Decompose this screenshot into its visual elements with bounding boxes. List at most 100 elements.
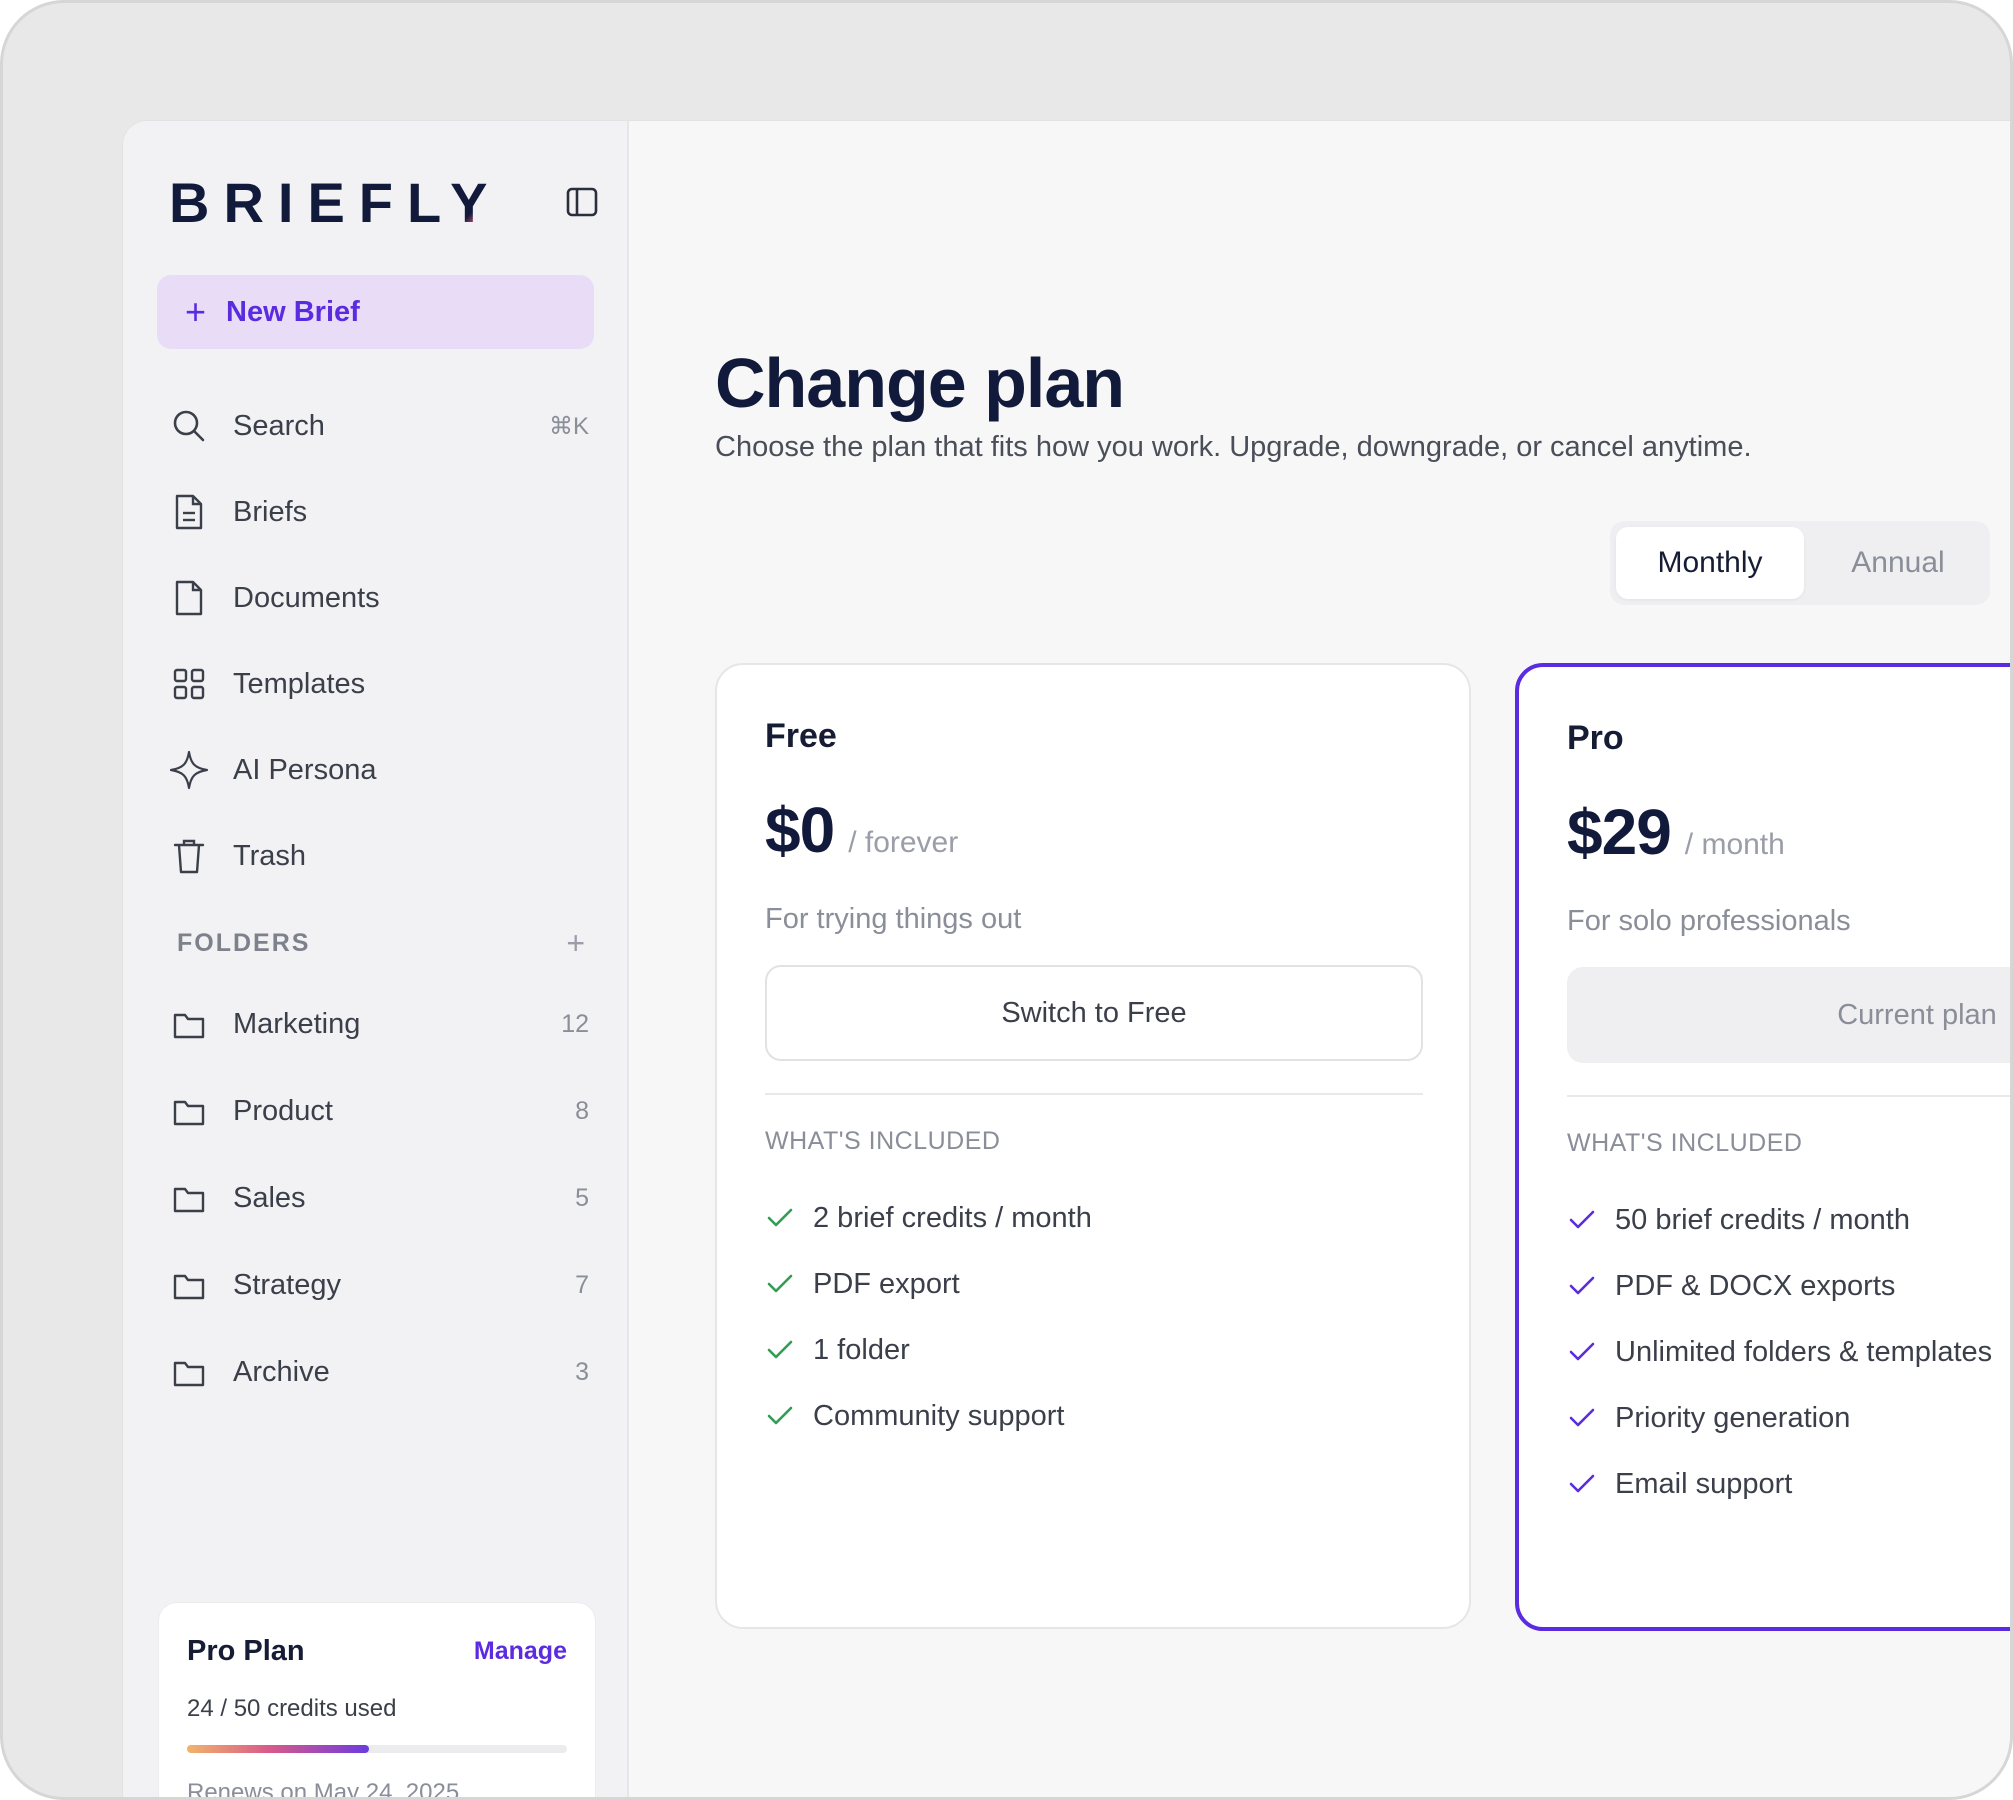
- billing-monthly-option[interactable]: Monthly: [1616, 527, 1804, 599]
- manage-plan-link[interactable]: Manage: [474, 1637, 567, 1666]
- feature-item: Community support: [765, 1383, 1485, 1449]
- check-icon: [1569, 1210, 1595, 1229]
- renewal-date: Renews on May 24, 2025: [187, 1779, 460, 1800]
- folder-item-strategy[interactable]: Strategy 7: [169, 1242, 589, 1329]
- folder-icon: [169, 1005, 209, 1045]
- feature-item: 50 brief credits / month: [1567, 1187, 2010, 1253]
- included-heading: WHAT'S INCLUDED: [1567, 1129, 1803, 1157]
- new-brief-label: New Brief: [226, 295, 360, 328]
- plan-description: For trying things out: [765, 903, 1022, 935]
- feature-list: 2 brief credits / month PDF export 1 fol…: [765, 1185, 1485, 1449]
- sidebar-item-trash[interactable]: Trash: [169, 813, 589, 899]
- feature-label: 1 folder: [813, 1333, 910, 1366]
- app-window: BRIEFLY + New Brief Search ⌘K Briefs Doc…: [123, 121, 2010, 1800]
- switch-to-free-button[interactable]: Switch to Free: [765, 965, 1423, 1061]
- new-brief-button[interactable]: + New Brief: [157, 275, 594, 349]
- folder-label: Strategy: [233, 1269, 341, 1301]
- brand-row: BRIEFLY: [169, 173, 599, 233]
- included-heading: WHAT'S INCLUDED: [765, 1127, 1001, 1155]
- check-icon: [1569, 1276, 1595, 1295]
- plan-card-title: Pro Plan: [187, 1635, 305, 1667]
- plan-price: $29 / month: [1567, 795, 1785, 869]
- plan-name: Free: [765, 717, 837, 755]
- folders-heading: FOLDERS +: [177, 925, 587, 961]
- divider: [1567, 1095, 2010, 1097]
- feature-label: 50 brief credits / month: [1615, 1203, 1910, 1236]
- sidebar-item-ai-persona[interactable]: AI Persona: [169, 727, 589, 813]
- page-subtitle: Choose the plan that fits how you work. …: [715, 431, 1752, 463]
- price-amount: $29: [1567, 796, 1672, 868]
- plan-card-pro: Pro $29 / month For solo professionals C…: [1515, 663, 2010, 1631]
- credits-usage: 24 / 50 credits used: [187, 1695, 397, 1722]
- folder-item-marketing[interactable]: Marketing 12: [169, 981, 589, 1068]
- sidebar-item-documents[interactable]: Documents: [169, 555, 589, 641]
- brand-logo: BRIEFLY: [169, 171, 502, 234]
- price-period: / month: [1684, 828, 1785, 861]
- feature-item: Priority generation: [1567, 1385, 2010, 1451]
- feature-label: Community support: [813, 1399, 1065, 1432]
- folder-item-sales[interactable]: Sales 5: [169, 1155, 589, 1242]
- search-icon: [169, 406, 209, 446]
- add-folder-icon[interactable]: +: [566, 925, 587, 962]
- folder-label: Product: [233, 1095, 333, 1127]
- billing-annual-option[interactable]: Annual: [1808, 527, 1988, 599]
- folder-count: 12: [561, 1010, 589, 1038]
- sidebar-item-label: Documents: [233, 581, 380, 614]
- usage-progress-fill: [187, 1745, 370, 1753]
- feature-label: PDF & DOCX exports: [1615, 1269, 1896, 1302]
- plan-usage-card: Pro Plan Manage 24 / 50 credits used Ren…: [159, 1603, 595, 1800]
- feature-item: 1 folder: [765, 1317, 1485, 1383]
- feature-label: Priority generation: [1615, 1401, 1851, 1434]
- plan-description: For solo professionals: [1567, 905, 1851, 937]
- brief-doc-icon: [169, 492, 209, 532]
- document-icon: [169, 578, 209, 618]
- sidebar-item-briefs[interactable]: Briefs: [169, 469, 589, 555]
- folder-count: 3: [575, 1358, 589, 1386]
- trash-icon: [169, 836, 209, 876]
- feature-item: Unlimited folders & templates: [1567, 1319, 2010, 1385]
- folder-item-archive[interactable]: Archive 3: [169, 1329, 589, 1416]
- plan-name: Pro: [1567, 719, 1624, 757]
- check-icon: [1569, 1474, 1595, 1493]
- sidebar-toggle-icon[interactable]: [565, 185, 599, 219]
- usage-progress-bar: [187, 1745, 567, 1753]
- sidebar: BRIEFLY + New Brief Search ⌘K Briefs Doc…: [123, 121, 629, 1800]
- plan-price: $0 / forever: [765, 793, 958, 867]
- feature-item: 2 brief credits / month: [765, 1185, 1485, 1251]
- price-amount: $0: [765, 794, 835, 866]
- folder-icon: [169, 1179, 209, 1219]
- plan-card-free: Free $0 / forever For trying things out …: [715, 663, 1471, 1629]
- billing-period-toggle: Monthly Annual: [1610, 521, 1990, 605]
- plus-icon: +: [185, 291, 207, 332]
- price-period: / forever: [848, 826, 959, 859]
- folder-count: 5: [575, 1184, 589, 1212]
- folder-label: Marketing: [233, 1008, 361, 1040]
- feature-item: PDF export: [765, 1251, 1485, 1317]
- feature-list: 50 brief credits / month PDF & DOCX expo…: [1567, 1187, 2010, 1517]
- shortcut-hint: ⌘K: [548, 412, 589, 440]
- folder-label: Sales: [233, 1182, 306, 1214]
- check-icon: [1569, 1408, 1595, 1427]
- sidebar-item-label: AI Persona: [233, 753, 377, 786]
- sidebar-item-label: Templates: [233, 667, 366, 700]
- check-icon: [767, 1340, 793, 1359]
- divider: [765, 1093, 1423, 1095]
- sidebar-item-search[interactable]: Search ⌘K: [169, 383, 589, 469]
- feature-label: Email support: [1615, 1467, 1793, 1500]
- check-icon: [767, 1208, 793, 1227]
- folder-count: 7: [575, 1271, 589, 1299]
- main-content: Change plan Choose the plan that fits ho…: [629, 121, 2010, 1797]
- feature-item: PDF & DOCX exports: [1567, 1253, 2010, 1319]
- folder-label: Archive: [233, 1356, 330, 1388]
- folder-icon: [169, 1353, 209, 1393]
- folder-item-product[interactable]: Product 8: [169, 1068, 589, 1155]
- sidebar-item-label: Trash: [233, 839, 307, 872]
- sidebar-item-templates[interactable]: Templates: [169, 641, 589, 727]
- folders-heading-label: FOLDERS: [177, 929, 311, 957]
- sidebar-item-label: Briefs: [233, 495, 308, 528]
- grid-icon: [169, 664, 209, 704]
- folder-list: Marketing 12 Product 8 Sales 5 Strategy …: [169, 981, 589, 1416]
- folder-icon: [169, 1092, 209, 1132]
- page-title: Change plan: [715, 344, 1125, 422]
- feature-label: PDF export: [813, 1267, 960, 1300]
